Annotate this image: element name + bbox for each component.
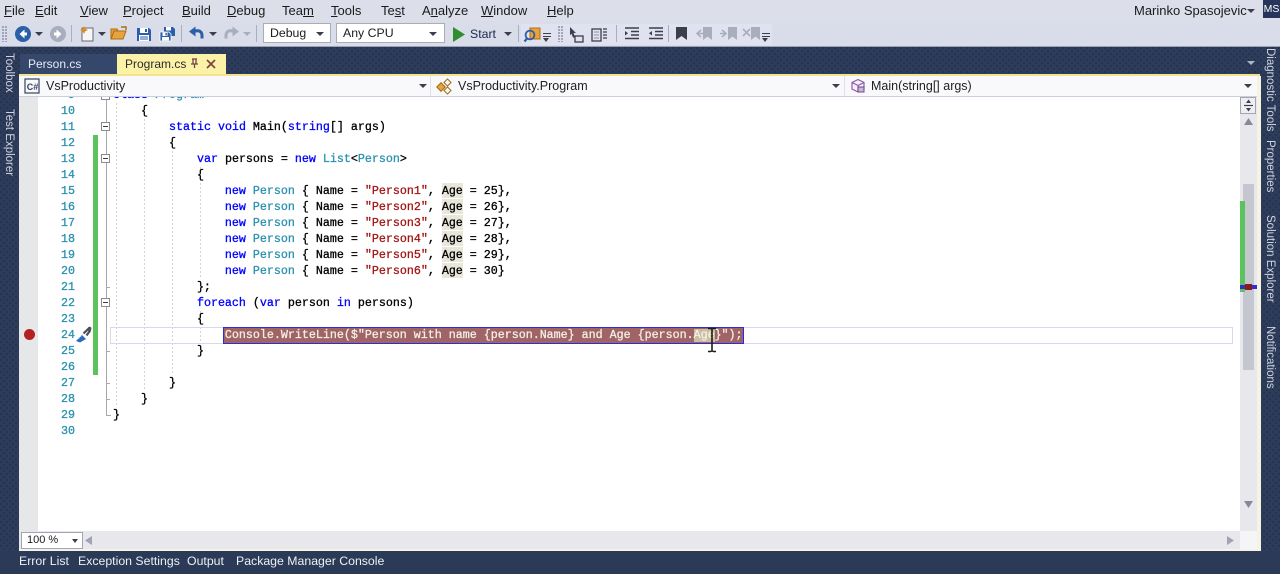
svg-text:C#: C# [27, 82, 39, 92]
